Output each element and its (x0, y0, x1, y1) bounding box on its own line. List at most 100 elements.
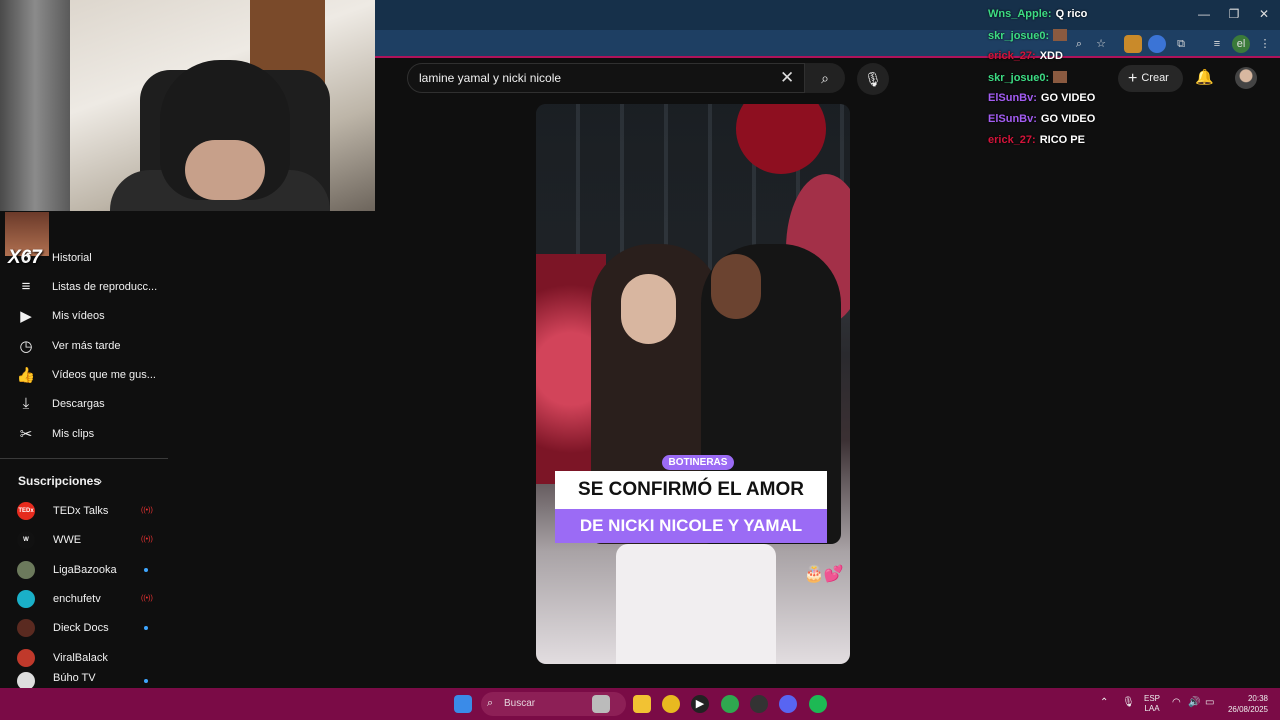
sidebar-item-label: Listas de reproducc... (52, 280, 158, 293)
download-icon: ⤓ (22, 395, 30, 412)
chevron-right-icon[interactable]: › (98, 474, 102, 488)
sidebar-item-liked-videos[interactable]: 👍 Vídeos que me gus... (0, 360, 168, 389)
chat-text: GO VIDEO (1040, 113, 1096, 125)
chrome-icon[interactable] (662, 695, 680, 713)
extensions-puzzle-icon[interactable]: ⧉ (1172, 35, 1190, 53)
subscription-item-dieck-docs[interactable]: Dieck Docs (0, 613, 168, 642)
chat-username: erick_27: (988, 50, 1036, 62)
voice-search-button[interactable]: 🎙 (857, 63, 889, 95)
my-videos-icon: ▶ (20, 307, 32, 325)
channel-avatar (17, 589, 35, 608)
browser-menu-icon[interactable]: ⋮ (1256, 35, 1274, 53)
sidebar-item-label: Vídeos que me gus... (52, 368, 156, 381)
clear-search-icon[interactable]: ✕ (780, 68, 794, 88)
minimize-button[interactable]: — (1194, 6, 1214, 22)
file-explorer-icon[interactable] (633, 695, 651, 713)
clock-date: 26/08/2025 (1227, 705, 1268, 714)
chat-text: GO VIDEO (1040, 92, 1096, 104)
media-control-icon[interactable]: ≡ (1208, 35, 1226, 53)
subscription-item-wwe[interactable]: W WWE ((•)) (0, 525, 168, 554)
video-caption-line-1: SE CONFIRMÓ EL AMOR (555, 471, 827, 509)
chat-username: ElSunBv: (988, 92, 1037, 104)
liked-icon: 👍 (16, 366, 36, 384)
chevron-up-icon[interactable]: ⌃ (1100, 697, 1108, 708)
subscription-item-viralbalack[interactable]: ViralBalack (0, 643, 168, 672)
chat-message: ElSunBv: GO VIDEO (988, 113, 1095, 133)
sidebar-divider (0, 458, 168, 459)
video-emoji-sticker: 🎂💕 (804, 566, 844, 583)
sidebar-item-historial[interactable]: ↺ Historial (0, 243, 168, 272)
volume-icon[interactable]: 🔊 (1188, 697, 1200, 708)
chat-message: skr_josue0: (988, 29, 1068, 49)
chat-username: skr_josue0: (988, 30, 1050, 42)
chat-username: Wns_Apple: (988, 8, 1052, 20)
chat-message: skr_josue0: (988, 71, 1068, 91)
chrome-profile-icon[interactable] (721, 695, 739, 713)
chat-message: erick_27: RICO PE (988, 134, 1085, 154)
restore-button[interactable]: ❐ (1224, 6, 1244, 22)
chat-message: ElSunBv: GO VIDEO (988, 92, 1095, 112)
history-icon: ↺ (19, 249, 33, 267)
video-caption-tag: BOTINERAS (662, 455, 734, 470)
sidebar-item-downloads[interactable]: ⤓ Descargas (0, 389, 168, 418)
chat-username: ElSunBv: (988, 113, 1037, 125)
taskbar-clock[interactable]: 20:38 26/08/2025 (1226, 693, 1268, 715)
zoom-icon[interactable]: ⌕ (1070, 35, 1088, 53)
sidebar-item-playlists[interactable]: ≡ Listas de reproducc... (0, 272, 168, 301)
microphone-icon[interactable]: 🎙 (1122, 697, 1135, 708)
webcam-feed (0, 0, 375, 211)
browser-profile-avatar[interactable]: el (1232, 35, 1250, 53)
notifications-bell-icon[interactable]: 🔔 (1195, 68, 1214, 86)
channel-avatar (17, 560, 35, 579)
channel-avatar: W (17, 530, 35, 549)
sidebar-item-watch-later[interactable]: ◷ Ver más tarde (0, 331, 168, 360)
spotify-icon[interactable] (809, 695, 827, 713)
video-caption-line-2: DE NICKI NICOLE Y YAMAL (555, 509, 827, 543)
subscription-item-tedx[interactable]: TEDx TEDx Talks ((•)) (0, 496, 168, 525)
clips-icon: ✂ (19, 425, 33, 443)
app-icon[interactable] (750, 695, 768, 713)
extension-icon[interactable] (1148, 35, 1166, 53)
subscription-item-enchufetv[interactable]: enchufetv ((•)) (0, 584, 168, 613)
chat-emote-icon (1053, 29, 1068, 41)
extension-icon[interactable] (1124, 35, 1142, 53)
create-button[interactable]: + Crear (1118, 65, 1183, 92)
chat-emote-icon (1053, 71, 1068, 83)
media-player-icon[interactable]: ▶ (691, 695, 709, 713)
live-indicator-icon: ((•)) (141, 595, 153, 602)
language-code: ESP (1144, 694, 1161, 703)
channel-name: TEDx Talks (53, 504, 109, 517)
language-indicator[interactable]: ESP LAA (1144, 694, 1160, 714)
windows-start-icon[interactable] (454, 695, 472, 713)
search-button[interactable]: ⌕ (805, 63, 845, 93)
chat-username: skr_josue0: (988, 72, 1050, 84)
subscription-item-buho-tv[interactable]: Búho TV (0, 672, 168, 688)
channel-name: WWE (53, 533, 82, 546)
clock-time: 20:38 (1247, 694, 1268, 703)
sidebar-item-my-videos[interactable]: ▶ Mis vídeos (0, 301, 168, 330)
search-query-text[interactable]: lamine yamal y nicki nicole (419, 71, 561, 85)
channel-name: ViralBalack (53, 651, 108, 664)
sidebar-item-label: Ver más tarde (52, 339, 121, 352)
keyboard-layout: LAA (1144, 704, 1160, 713)
close-window-button[interactable]: ✕ (1254, 6, 1274, 22)
wifi-icon[interactable]: ◠ (1172, 697, 1181, 708)
sidebar-item-my-clips[interactable]: ✂ Mis clips (0, 419, 168, 448)
bookmark-star-icon[interactable]: ☆ (1092, 35, 1110, 53)
chat-text: XDD (1039, 50, 1063, 62)
channel-name: enchufetv (53, 592, 101, 605)
taskbar-search-label: Buscar (504, 698, 536, 709)
channel-name: LigaBazooka (53, 563, 117, 576)
discord-icon[interactable] (779, 695, 797, 713)
sidebar-item-label: Descargas (52, 397, 105, 410)
search-icon: ⌕ (487, 697, 494, 709)
battery-icon[interactable]: ▭ (1205, 697, 1214, 708)
channel-name: Dieck Docs (53, 621, 109, 634)
subscription-item-ligabazooka[interactable]: LigaBazooka (0, 555, 168, 584)
watch-later-icon: ◷ (19, 337, 33, 355)
short-video-player[interactable] (536, 104, 850, 664)
subscriptions-heading[interactable]: Suscripciones (18, 474, 100, 488)
account-avatar[interactable] (1235, 67, 1257, 89)
playlist-icon: ≡ (21, 278, 31, 295)
chat-username: erick_27: (988, 134, 1036, 146)
